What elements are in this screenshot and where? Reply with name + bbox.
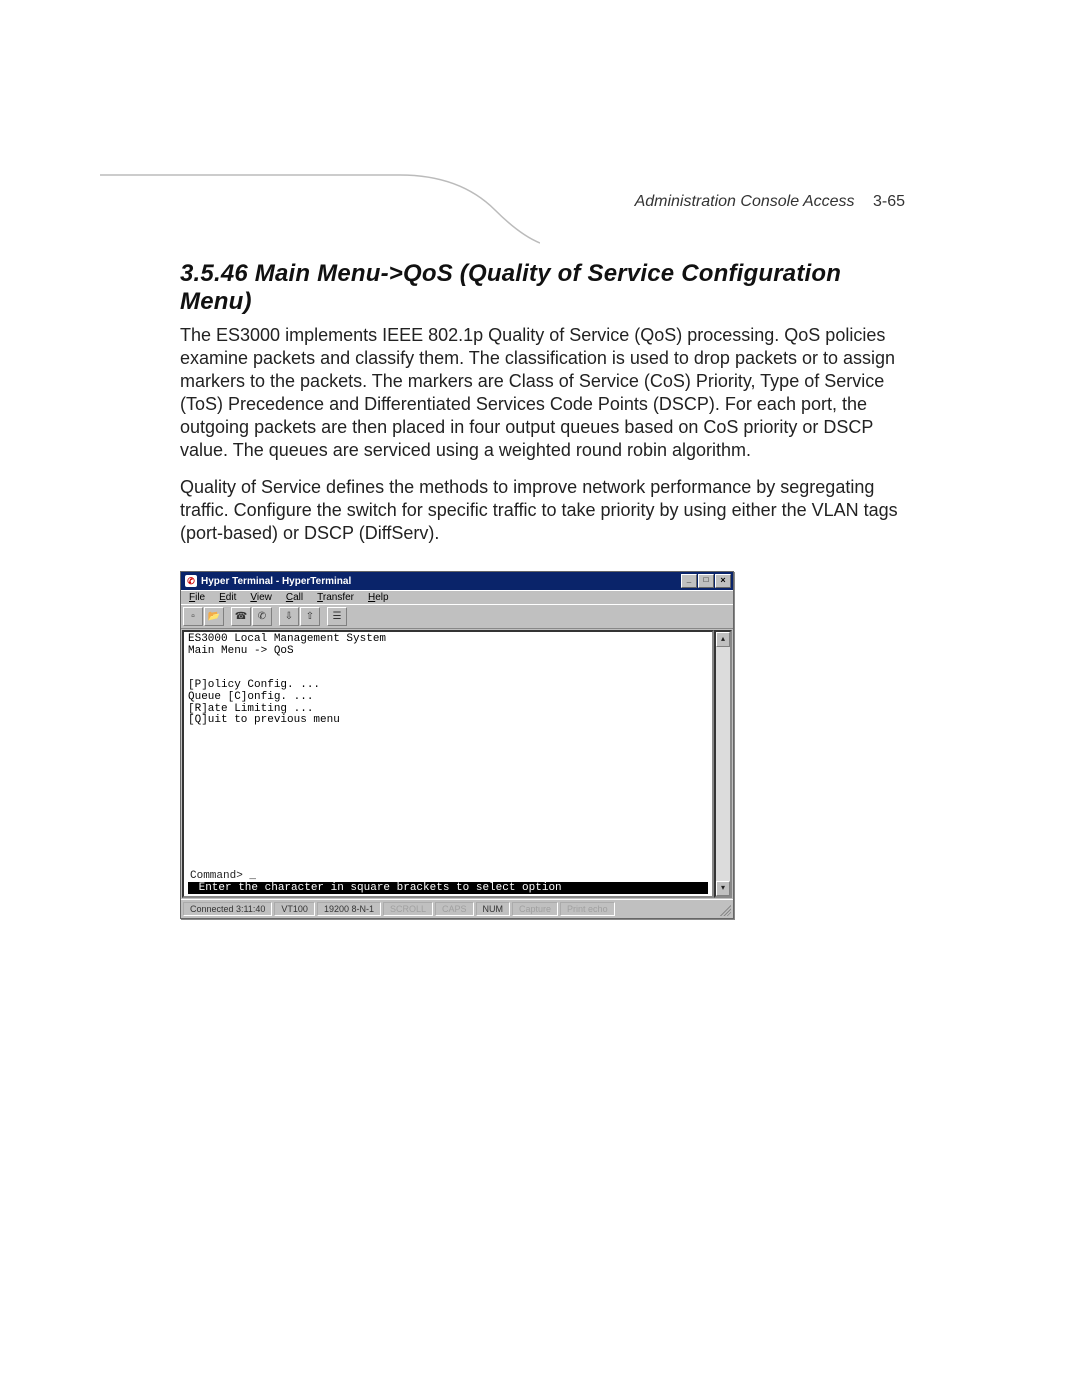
status-caps: CAPS bbox=[435, 902, 474, 916]
scrollbar[interactable]: ▴ ▾ bbox=[714, 630, 732, 898]
status-scroll: SCROLL bbox=[383, 902, 433, 916]
status-capture: Capture bbox=[512, 902, 558, 916]
page-header: Administration Console Access 3-65 bbox=[635, 193, 905, 211]
header-curve bbox=[100, 145, 540, 245]
section-paragraph-2: Quality of Service defines the methods t… bbox=[180, 476, 900, 545]
resize-grip-icon[interactable] bbox=[717, 902, 731, 916]
terminal-banner: Enter the character in square brackets t… bbox=[188, 882, 708, 894]
scroll-down-icon[interactable]: ▾ bbox=[716, 881, 730, 896]
toolbar-receive-icon[interactable]: ⇧ bbox=[300, 607, 320, 626]
page-number: 3-65 bbox=[873, 193, 905, 210]
status-num: NUM bbox=[476, 902, 511, 916]
statusbar: Connected 3:11:40 VT100 19200 8-N-1 SCRO… bbox=[181, 899, 733, 918]
terminal-area[interactable]: ES3000 Local Management System Main Menu… bbox=[182, 630, 714, 898]
status-line: 19200 8-N-1 bbox=[317, 902, 381, 916]
menu-edit[interactable]: Edit bbox=[213, 592, 242, 603]
maximize-button[interactable]: □ bbox=[698, 574, 714, 588]
toolbar-props-icon[interactable]: ☰ bbox=[327, 607, 347, 626]
toolbar: ▫ 📂 ☎ ✆ ⇩ ⇧ ☰ bbox=[181, 604, 733, 629]
breadcrumb: Administration Console Access bbox=[635, 193, 855, 210]
close-button[interactable]: × bbox=[715, 574, 731, 588]
menu-view[interactable]: View bbox=[244, 592, 278, 603]
status-echo: Print echo bbox=[560, 902, 615, 916]
minimize-button[interactable]: _ bbox=[681, 574, 697, 588]
app-icon: ✆ bbox=[185, 575, 197, 587]
scroll-track[interactable] bbox=[716, 647, 730, 881]
terminal-output: ES3000 Local Management System Main Menu… bbox=[188, 634, 708, 726]
toolbar-new-icon[interactable]: ▫ bbox=[183, 607, 203, 626]
scroll-up-icon[interactable]: ▴ bbox=[716, 632, 730, 647]
menubar: File Edit View Call Transfer Help bbox=[181, 590, 733, 604]
section-paragraph-1: The ES3000 implements IEEE 802.1p Qualit… bbox=[180, 324, 900, 462]
toolbar-call-icon[interactable]: ☎ bbox=[231, 607, 251, 626]
toolbar-open-icon[interactable]: 📂 bbox=[204, 607, 224, 626]
menu-transfer[interactable]: Transfer bbox=[311, 592, 360, 603]
menu-help[interactable]: Help bbox=[362, 592, 395, 603]
terminal-prompt[interactable]: Command> _ bbox=[190, 870, 256, 882]
titlebar: ✆ Hyper Terminal - HyperTerminal _ □ × bbox=[181, 572, 733, 590]
status-emulation: VT100 bbox=[274, 902, 315, 916]
hyperterminal-window: ✆ Hyper Terminal - HyperTerminal _ □ × F… bbox=[180, 571, 734, 919]
toolbar-send-icon[interactable]: ⇩ bbox=[279, 607, 299, 626]
toolbar-hangup-icon[interactable]: ✆ bbox=[252, 607, 272, 626]
status-connected: Connected 3:11:40 bbox=[183, 902, 272, 916]
menu-file[interactable]: File bbox=[183, 592, 211, 603]
window-title: Hyper Terminal - HyperTerminal bbox=[201, 576, 351, 587]
section-heading: 3.5.46 Main Menu->QoS (Quality of Servic… bbox=[180, 260, 900, 316]
menu-call[interactable]: Call bbox=[280, 592, 309, 603]
